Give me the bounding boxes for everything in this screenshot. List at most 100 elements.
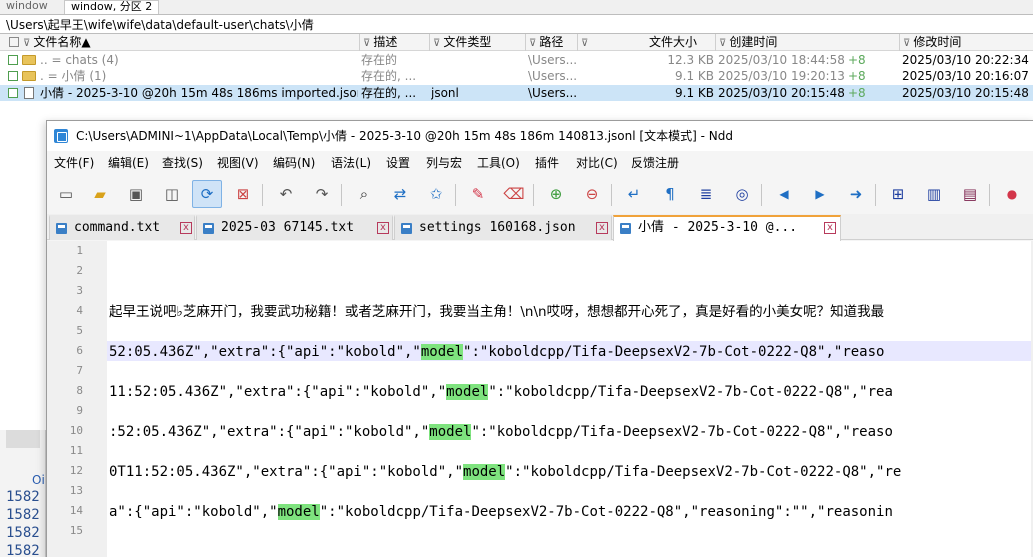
table-row[interactable]: .. = chats (4) 存在的 \Users... 12.3 KB 202…	[0, 52, 1033, 68]
bookmark-icon[interactable]: ✩	[421, 180, 451, 208]
monitor-icon[interactable]: ▤	[955, 180, 985, 208]
code-segment: :52:05.436Z","extra":{"api":"kobold","	[109, 424, 430, 440]
replace-icon[interactable]: ⇄	[385, 180, 415, 208]
show-symbols-icon[interactable]: ¶	[655, 180, 685, 208]
tab-label: command.txt	[74, 220, 161, 235]
tab-settings-json[interactable]: settings 160168.json x	[394, 215, 612, 240]
record-icon[interactable]: ●	[997, 180, 1027, 208]
search-match: model	[463, 464, 506, 480]
search-match: model	[446, 384, 489, 400]
left-panel-scrollbar[interactable]	[6, 430, 40, 448]
menu-feedback-register[interactable]: 反馈注册	[631, 151, 679, 175]
fm-left-panel: Oi 1582 1582 1582 1582	[0, 430, 46, 557]
row-checkbox[interactable]	[8, 55, 18, 65]
filter-icon[interactable]: ⊽	[433, 38, 440, 49]
filter-icon[interactable]: ⊽	[23, 38, 30, 49]
col-created[interactable]: ⊽ 创建时间	[716, 34, 900, 51]
filter-icon[interactable]: ⊽	[581, 38, 588, 49]
tab-command-txt[interactable]: command.txt x	[49, 215, 195, 240]
col-filename[interactable]: ⊽ 文件名称▲	[0, 34, 360, 51]
reload-icon[interactable]: ⟳	[192, 180, 222, 208]
file-tab-bar: command.txt x 2025-03 67145.txt x settin…	[47, 214, 1033, 241]
target-icon[interactable]: ◎	[727, 180, 757, 208]
line-number: 10	[69, 424, 83, 437]
filter-icon[interactable]: ⊽	[363, 38, 370, 49]
menu-view[interactable]: 视图(V)	[217, 151, 259, 175]
fm-path-bar[interactable]: \Users\起早王\wife\wife\data\default-user\c…	[0, 14, 1033, 34]
filter-icon[interactable]: ⊽	[903, 38, 910, 49]
line-number: 13	[69, 484, 83, 497]
title-bar[interactable]: C:\Users\ADMINI~1\AppData\Local\Temp\小倩 …	[47, 121, 1033, 151]
fm-tab-window[interactable]: window	[0, 0, 54, 14]
word-wrap-icon[interactable]: ↵	[619, 180, 649, 208]
row-path: \Users...	[528, 86, 578, 100]
row-checkbox[interactable]	[8, 71, 18, 81]
code-line-4: 起早王说吧♭芝麻开门，我要武功秘籍！或者芝麻开门，我要当主角！\n\n哎呀，想想…	[109, 304, 885, 320]
fm-tab-window-partition-2[interactable]: window, 分区 2	[64, 0, 160, 14]
menu-find[interactable]: 查找(S)	[162, 151, 203, 175]
table-row[interactable]: . = 小倩 (1) 存在的, ... \Users... 9.1 KB 202…	[0, 68, 1033, 84]
split-v-icon[interactable]: ▥	[919, 180, 949, 208]
goto-icon[interactable]: ➜	[841, 180, 871, 208]
tab-xiaoqian-jsonl[interactable]: 小倩 - 2025-3-10 @... x	[613, 215, 841, 241]
ndd-editor-window: C:\Users\ADMINI~1\AppData\Local\Temp\小倩 …	[46, 120, 1033, 557]
eraser-icon[interactable]: ⌫	[499, 180, 529, 208]
menu-compare[interactable]: 对比(C)	[576, 151, 618, 175]
new-file-icon[interactable]: ▭	[51, 180, 81, 208]
close-tab-icon[interactable]: x	[377, 222, 389, 234]
prev-icon[interactable]: ◀	[769, 180, 799, 208]
close-file-icon[interactable]: ⊠	[228, 180, 258, 208]
close-tab-icon[interactable]: x	[180, 222, 192, 234]
binoculars-icon[interactable]: ⌕	[349, 180, 379, 208]
col-path[interactable]: ⊽ 路径	[526, 34, 578, 51]
save-all-icon[interactable]: ◫	[157, 180, 187, 208]
file-tab-icon	[620, 223, 631, 234]
code-segment: 52:05.436Z","extra":{"api":"kobold","	[109, 344, 421, 360]
menu-edit[interactable]: 编辑(E)	[108, 151, 149, 175]
zoom-out-icon[interactable]: ⊖	[577, 180, 607, 208]
save-icon[interactable]: ▣	[121, 180, 151, 208]
menu-file[interactable]: 文件(F)	[54, 151, 94, 175]
toolbar-separator	[611, 184, 612, 206]
table-row-selected[interactable]: 小倩 - 2025-3-10 @20h 15m 48s 186ms import…	[0, 85, 1033, 101]
col-filename-label: 文件名称	[33, 35, 82, 49]
open-folder-icon[interactable]: ▰	[85, 180, 115, 208]
split-h-icon[interactable]: ⊞	[883, 180, 913, 208]
close-tab-icon[interactable]: x	[596, 222, 608, 234]
line-number: 11	[69, 444, 83, 457]
marker-icon[interactable]: ✎	[463, 180, 493, 208]
col-path-label: 路径	[539, 35, 564, 49]
tab-2025-03-txt[interactable]: 2025-03 67145.txt x	[196, 215, 393, 240]
toolbar-separator	[533, 184, 534, 206]
menu-settings[interactable]: 设置	[386, 151, 410, 175]
filter-icon[interactable]: ⊽	[529, 38, 536, 49]
text-editor[interactable]: 1 2 3 4 5 6 7 8 9 10 11 12 13 14 15 起早王说…	[47, 241, 1033, 557]
toolbar-separator	[761, 184, 762, 206]
row-created: 2025/03/10 19:20:13	[718, 69, 845, 83]
select-all-checkbox[interactable]	[9, 37, 19, 47]
toolbar-separator	[989, 184, 990, 206]
next-icon[interactable]: ▶	[805, 180, 835, 208]
code-segment: a":{"api":"kobold","	[109, 504, 278, 520]
menu-syntax[interactable]: 语法(L)	[331, 151, 371, 175]
redo-icon[interactable]: ↷	[307, 180, 337, 208]
col-type[interactable]: ⊽ 文件类型	[430, 34, 526, 51]
file-tab-icon	[401, 223, 412, 234]
code-segment: ":"koboldcpp/Tifa-DeepsexV2-7b-Cot-0222-…	[319, 504, 893, 520]
menu-encoding[interactable]: 编码(N)	[273, 151, 315, 175]
undo-icon[interactable]: ↶	[271, 180, 301, 208]
col-modified[interactable]: ⊽ 修改时间	[900, 34, 1033, 51]
row-checkbox[interactable]	[8, 88, 18, 98]
close-tab-icon[interactable]: x	[824, 222, 836, 234]
col-size-label: 文件大小	[648, 35, 697, 49]
indent-guide-icon[interactable]: ≣	[691, 180, 721, 208]
row-name: . = 小倩 (1)	[40, 69, 107, 83]
row-desc: 存在的, ...	[361, 86, 417, 100]
menu-tools[interactable]: 工具(O)	[477, 151, 520, 175]
col-desc[interactable]: ⊽ 描述	[360, 34, 430, 51]
zoom-in-icon[interactable]: ⊕	[541, 180, 571, 208]
menu-plugins[interactable]: 插件	[535, 151, 559, 175]
menu-columns-macros[interactable]: 列与宏	[426, 151, 462, 175]
col-size[interactable]: ⊽ 文件大小	[578, 34, 716, 51]
filter-icon[interactable]: ⊽	[719, 38, 726, 49]
